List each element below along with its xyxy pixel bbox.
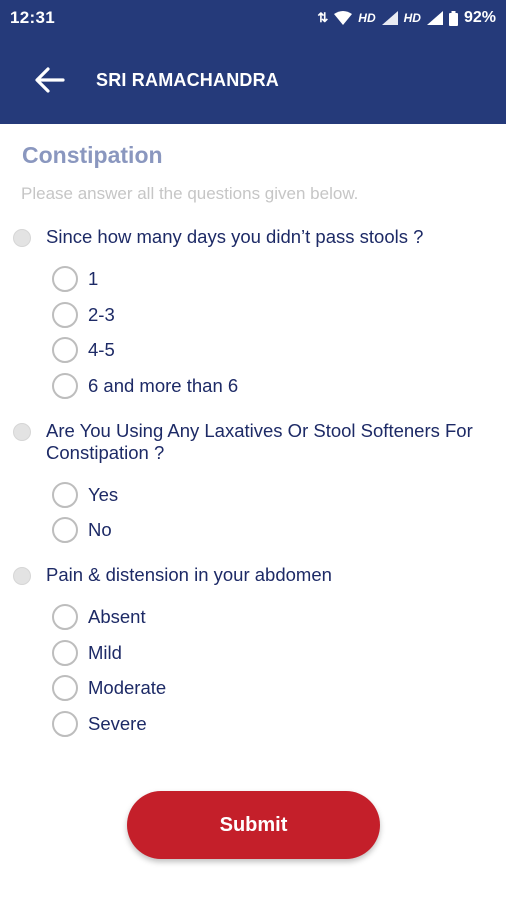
radio-button[interactable] [52, 675, 78, 701]
option-q1-4[interactable]: 6 and more than 6 [52, 372, 238, 400]
option-label: 2-3 [88, 304, 115, 325]
option-label: 6 and more than 6 [88, 375, 239, 396]
app-title: SRI RAMACHANDRA [96, 69, 279, 90]
status-time: 12:31 [10, 8, 55, 27]
hd-indicator-2: HD [403, 11, 421, 25]
option-q3-1[interactable]: Absent [52, 603, 146, 631]
option-q3-3[interactable]: Moderate [52, 674, 166, 702]
option-q1-3[interactable]: 4-5 [52, 336, 115, 364]
battery-percent: 92% [463, 9, 496, 26]
option-q3-2[interactable]: Mild [52, 639, 122, 667]
back-button[interactable] [34, 64, 66, 96]
option-q1-2[interactable]: 2-3 [52, 301, 115, 329]
form-instructions: Please answer all the questions given be… [21, 184, 359, 203]
data-arrows-icon: ⇅ [317, 10, 329, 25]
option-label: Yes [88, 484, 119, 505]
question-bullet-icon [13, 229, 31, 247]
submit-button[interactable]: Submit [127, 791, 380, 859]
option-label: No [88, 519, 112, 540]
radio-button[interactable] [52, 337, 78, 363]
option-label: Absent [88, 606, 146, 627]
radio-button[interactable] [52, 604, 78, 630]
option-q2-1[interactable]: Yes [52, 481, 118, 509]
option-q3-4[interactable]: Severe [52, 710, 147, 738]
radio-button[interactable] [52, 711, 78, 737]
question-bullet-icon [13, 423, 31, 441]
option-label: 4-5 [88, 339, 115, 360]
question-text: Are You Using Any Laxatives Or Stool Sof… [46, 420, 473, 463]
radio-button[interactable] [52, 373, 78, 399]
option-label: Severe [88, 713, 147, 734]
question-text: Pain & distension in your abdomen [46, 564, 332, 585]
option-q1-1[interactable]: 1 [52, 265, 98, 293]
wifi-icon [334, 11, 353, 25]
battery-icon [448, 10, 458, 26]
radio-button[interactable] [52, 517, 78, 543]
signal-icon [426, 11, 443, 25]
radio-button[interactable] [52, 640, 78, 666]
app-bar: SRI RAMACHANDRA [0, 36, 506, 124]
option-q2-2[interactable]: No [52, 516, 112, 544]
status-bar: 12:31 ⇅ HD HD 92% [0, 0, 506, 36]
signal-roaming-icon [381, 11, 398, 25]
option-label: 1 [88, 268, 99, 289]
radio-button[interactable] [52, 266, 78, 292]
question-bullet-icon [13, 567, 31, 585]
status-icons: ⇅ HD HD 92% [317, 9, 496, 27]
radio-button[interactable] [52, 482, 78, 508]
arrow-left-icon [35, 67, 65, 93]
page-title: Constipation [22, 142, 163, 168]
question-text: Since how many days you didn’t pass stoo… [46, 226, 424, 247]
option-label: Moderate [88, 677, 167, 698]
radio-button[interactable] [52, 302, 78, 328]
hd-indicator-1: HD [358, 11, 376, 25]
option-label: Mild [88, 642, 122, 663]
